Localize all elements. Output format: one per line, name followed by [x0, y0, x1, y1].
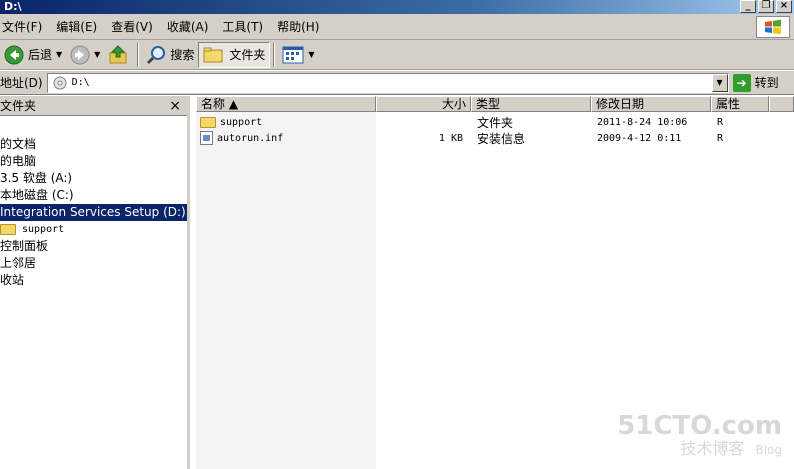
file-modified: 2009-4-12 0:11: [597, 132, 682, 144]
forward-arrow-icon: [70, 45, 90, 64]
column-filler: [769, 96, 794, 112]
tree-item-network[interactable]: 上邻居: [0, 255, 187, 272]
forward-button[interactable]: ▼: [66, 42, 104, 68]
window-title: D:\: [4, 0, 22, 13]
watermark-line2-text: 技术博客: [680, 439, 745, 458]
tree-item-floppy[interactable]: 3.5 软盘 (A:): [0, 170, 187, 187]
go-button[interactable]: ➔ 转到: [732, 73, 779, 92]
forward-dropdown-icon[interactable]: ▼: [94, 50, 100, 59]
column-name[interactable]: 名称 ▲: [196, 96, 376, 112]
address-dropdown-icon[interactable]: ▼: [711, 73, 728, 92]
up-folder-icon: [109, 44, 127, 63]
folders-icon: [203, 47, 223, 62]
views-button[interactable]: ▼: [278, 42, 318, 68]
tree-item-dvd-drive[interactable]: Integration Services Setup (D:): [0, 204, 187, 221]
column-headers: 名称 ▲ 大小 类型 修改日期 属性: [196, 96, 794, 112]
menu-view[interactable]: 查看(V): [105, 17, 161, 37]
go-arrow-icon: ➔: [732, 73, 751, 92]
close-window-button[interactable]: ×: [776, 0, 792, 13]
search-button[interactable]: 搜索: [142, 42, 198, 68]
up-folder-button[interactable]: [104, 42, 134, 68]
folder-icon: [200, 116, 216, 128]
tree-item-support[interactable]: support: [0, 221, 187, 238]
folders-label: 文件夹: [229, 48, 266, 62]
tree-item-my-computer[interactable]: 的电脑: [0, 153, 187, 170]
restore-button[interactable]: ❐: [758, 0, 774, 13]
file-type: 文件夹: [477, 115, 514, 130]
address-input[interactable]: D:\ ▼: [46, 72, 729, 93]
views-icon: [282, 46, 304, 63]
tree-item-label: support: [22, 224, 65, 235]
address-label: 地址(D): [0, 76, 43, 90]
file-name-cell: support: [196, 116, 376, 128]
search-icon: [147, 45, 166, 64]
folders-pane: 文件夹 × 的文档 的电脑 3.5 软盘 (A:) 本地磁盘 (C:) Inte…: [0, 96, 190, 469]
column-attributes[interactable]: 属性: [711, 96, 769, 112]
file-attributes: R: [717, 132, 724, 144]
file-row[interactable]: support 文件夹 2011-8-24 10:06 R: [196, 114, 794, 130]
setup-file-icon: [200, 131, 213, 145]
menu-edit[interactable]: 编辑(E): [50, 17, 105, 37]
back-dropdown-icon[interactable]: ▼: [56, 50, 62, 59]
search-label: 搜索: [170, 48, 195, 62]
title-bar: D:\ _ ❐ ×: [0, 0, 794, 14]
tree-item-my-documents[interactable]: 的文档: [0, 136, 187, 153]
address-bar: 地址(D) D:\ ▼ ➔ 转到: [0, 71, 794, 95]
minimize-button[interactable]: _: [740, 0, 756, 13]
views-dropdown-icon[interactable]: ▼: [308, 50, 314, 59]
file-name: autorun.inf: [217, 132, 284, 144]
watermark-line3-text: Blog: [755, 443, 782, 457]
file-name-cell: autorun.inf: [196, 131, 376, 145]
file-size: 1 KB: [438, 132, 463, 144]
menu-favorites[interactable]: 收藏(A): [161, 17, 217, 37]
file-row[interactable]: autorun.inf 1 KB 安装信息 2009-4-12 0:11 R: [196, 130, 794, 146]
standard-toolbar: 后退 ▼ ▼ 搜索 文件夹 ▼: [0, 40, 794, 70]
file-modified: 2011-8-24 10:06: [597, 116, 688, 128]
tree-item-control-panel[interactable]: 控制面板: [0, 238, 187, 255]
menu-bar: 文件(F) 编辑(E) 查看(V) 收藏(A) 工具(T) 帮助(H): [0, 14, 794, 40]
watermark-line2: 技术博客 Blog: [617, 440, 782, 459]
sorted-column-shading: [196, 112, 376, 469]
file-attributes: R: [717, 116, 724, 128]
file-name: support: [220, 116, 263, 128]
folders-button[interactable]: 文件夹: [198, 41, 271, 68]
go-label: 转到: [754, 76, 779, 90]
toolbar-separator: [137, 42, 140, 67]
window-controls: _ ❐ ×: [740, 0, 792, 14]
folders-pane-title: 文件夹: [0, 99, 37, 113]
watermark-line1: 51CTO.com: [617, 411, 782, 441]
watermark: 51CTO.com 技术博客 Blog: [617, 412, 782, 459]
file-type: 安装信息: [477, 131, 526, 146]
address-value: D:\: [71, 77, 90, 88]
menu-file[interactable]: 文件(F): [0, 17, 50, 37]
close-pane-icon[interactable]: ×: [169, 98, 181, 114]
folder-tree: 的文档 的电脑 3.5 软盘 (A:) 本地磁盘 (C:) Integratio…: [0, 116, 187, 289]
file-rows: support 文件夹 2011-8-24 10:06 R autorun.in…: [196, 114, 794, 146]
folders-pane-header: 文件夹 ×: [0, 96, 187, 116]
column-modified[interactable]: 修改日期: [591, 96, 711, 112]
drive-icon: [53, 76, 67, 89]
menu-help[interactable]: 帮助(H): [271, 17, 327, 37]
toolbar-separator: [273, 42, 276, 67]
column-size[interactable]: 大小: [376, 96, 471, 112]
back-arrow-icon: [4, 45, 24, 64]
column-type[interactable]: 类型: [471, 96, 591, 112]
folder-icon: [0, 224, 16, 235]
back-button[interactable]: 后退 ▼: [0, 42, 66, 68]
menu-tools[interactable]: 工具(T): [216, 17, 271, 37]
tree-item-local-disk[interactable]: 本地磁盘 (C:): [0, 187, 187, 204]
windows-logo-icon: [756, 16, 790, 38]
tree-item-recycle-bin[interactable]: 收站: [0, 272, 187, 289]
back-label: 后退: [28, 48, 53, 62]
